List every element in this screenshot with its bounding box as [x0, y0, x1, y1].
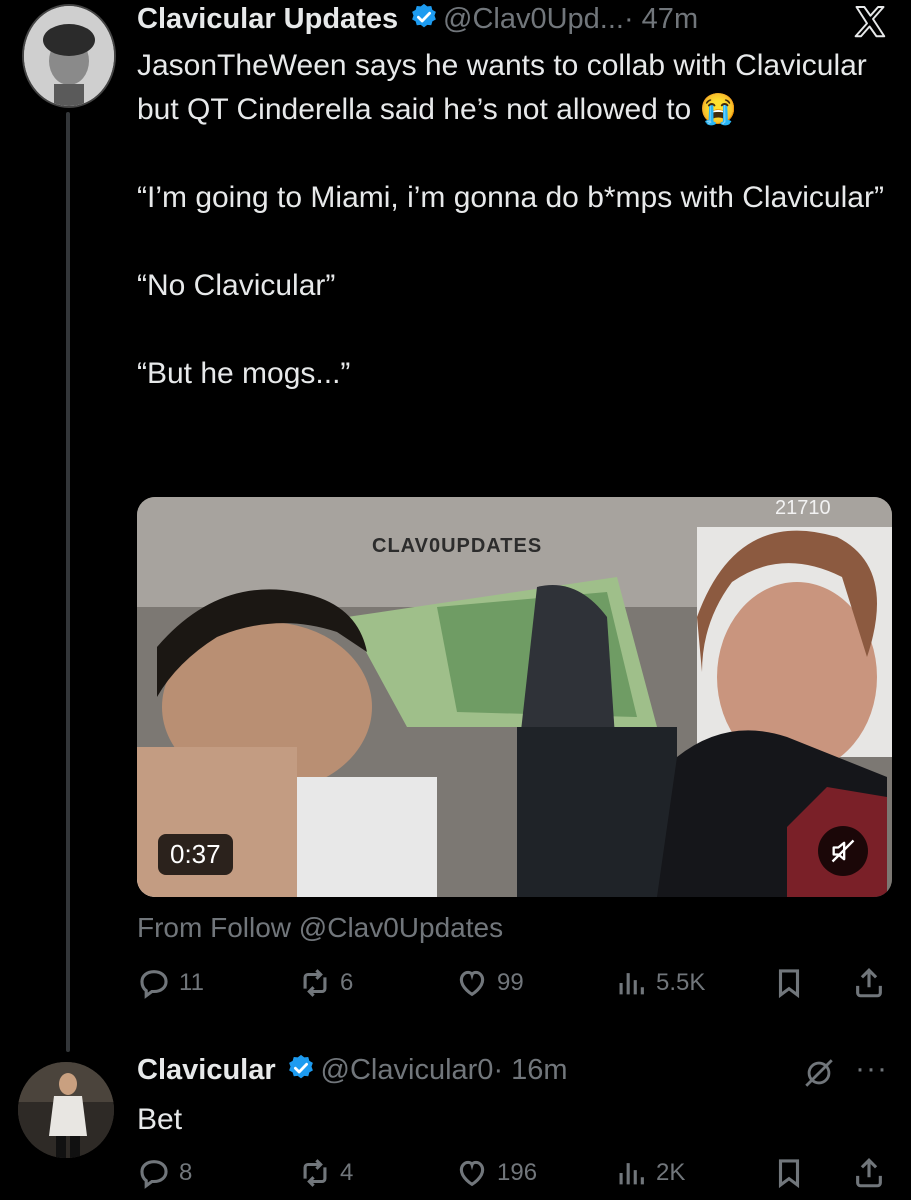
reply-button[interactable]: 8 [137, 1156, 192, 1190]
repost-count: 4 [340, 1159, 354, 1186]
repost-icon [303, 1159, 327, 1187]
bookmark-icon [778, 969, 800, 999]
grok-icon[interactable] [802, 1056, 836, 1090]
like-count: 196 [497, 1159, 538, 1186]
like-button[interactable]: 99 [455, 966, 524, 1000]
reply-icon [140, 1160, 168, 1189]
repost-button[interactable]: 4 [298, 1156, 353, 1190]
reply-count: 8 [179, 1159, 193, 1186]
avatar-image [24, 6, 114, 106]
x-logo-icon [854, 6, 886, 38]
more-options-icon[interactable]: ··· [855, 1052, 888, 1086]
avatar[interactable] [18, 1062, 114, 1158]
repost-count: 6 [340, 969, 354, 996]
bookmark-button[interactable] [772, 966, 806, 1000]
video-overlay-text: 21710 [775, 497, 831, 519]
views-button[interactable]: 2K [614, 1156, 685, 1190]
bookmark-button[interactable] [772, 1156, 806, 1190]
author-handle[interactable]: @Clav0Upd... [443, 3, 624, 35]
analytics-icon [619, 973, 644, 995]
author-handle[interactable]: @Clavicular0 [321, 1054, 494, 1086]
source-attribution[interactable]: From Follow @Clav0Updates [137, 912, 503, 944]
bookmark-icon [778, 1159, 800, 1189]
share-icon [856, 1158, 882, 1188]
like-button[interactable]: 196 [455, 1156, 537, 1190]
speaker-muted-icon [831, 839, 855, 863]
like-count: 99 [497, 969, 524, 996]
views-button[interactable]: 5.5K [614, 966, 705, 1000]
avatar[interactable] [22, 4, 116, 108]
reply-button[interactable]: 11 [137, 966, 204, 1000]
verified-badge-icon [289, 1054, 313, 1079]
author-name[interactable]: Clavicular [137, 1054, 276, 1086]
author-name[interactable]: Clavicular Updates [137, 3, 398, 35]
analytics-icon [619, 1163, 644, 1185]
share-button[interactable] [852, 966, 886, 1000]
repost-icon [303, 969, 327, 997]
tweet-text: JasonTheWeen says he wants to collab wit… [137, 49, 884, 390]
view-count: 5.5K [656, 969, 706, 996]
share-icon [856, 968, 882, 998]
video-player[interactable]: CLAV0UPDATES 21710 [137, 497, 892, 897]
reply-count: 11 [179, 969, 204, 996]
view-count: 2K [656, 1159, 686, 1186]
repost-button[interactable]: 6 [298, 966, 353, 1000]
tweet-text: Bet [137, 1103, 183, 1136]
avatar-image [18, 1062, 114, 1158]
reply-icon [140, 970, 168, 999]
verified-badge-icon [411, 3, 436, 28]
tweet-time[interactable]: · 47m [624, 3, 698, 35]
tweet-header: Clavicular @Clavicular0· 16m [137, 1053, 568, 1087]
heart-icon [459, 1160, 485, 1187]
mute-button[interactable] [818, 826, 868, 876]
video-duration-badge: 0:37 [158, 834, 233, 875]
thread-connector-line [66, 112, 70, 1052]
heart-icon [459, 970, 485, 997]
share-button[interactable] [852, 1156, 886, 1190]
tweet-time[interactable]: · 16m [493, 1054, 567, 1086]
tweet-header: Clavicular Updates @Clav0Upd...· 47m [137, 2, 698, 36]
video-watermark: CLAV0UPDATES [372, 535, 543, 557]
